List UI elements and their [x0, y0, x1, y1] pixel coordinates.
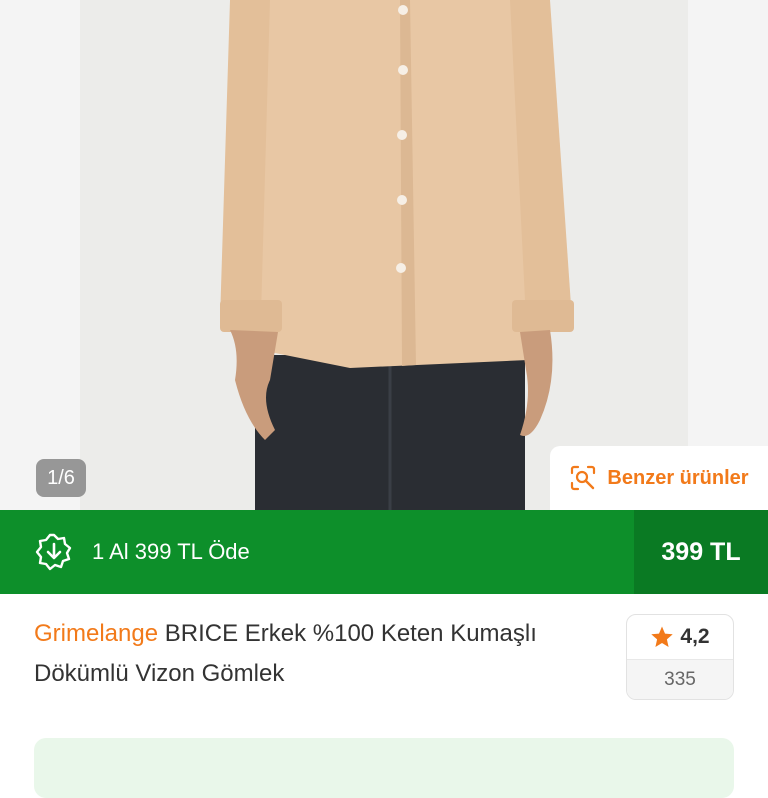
product-photo[interactable]: [80, 0, 688, 510]
image-counter: 1/6: [36, 459, 86, 497]
brand-name[interactable]: Grimelange: [34, 620, 158, 647]
similar-products-label: Benzer ürünler: [607, 466, 749, 489]
similar-products-button[interactable]: Benzer ürünler: [550, 446, 768, 510]
campaign-price: 399 TL: [634, 510, 768, 594]
info-card: [34, 738, 734, 798]
campaign-text: 1 Al 399 TL Öde: [92, 539, 250, 564]
rating-count: 335: [627, 659, 733, 699]
gallery-left-edge: [0, 0, 80, 510]
campaign-bar[interactable]: 1 Al 399 TL Öde 399 TL: [0, 510, 768, 594]
star-icon: [651, 626, 674, 647]
rating-summary[interactable]: 4,2 335: [626, 614, 734, 700]
product-title: Grimelange BRICE Erkek %100 Keten Kumaşl…: [34, 614, 574, 694]
download-badge-icon: [35, 533, 72, 571]
gallery-right-edge: [688, 0, 768, 510]
image-search-icon: [571, 465, 596, 491]
product-image-gallery[interactable]: 1/6 Benzer ürünler: [0, 0, 768, 510]
rating-score: 4,2: [680, 625, 710, 648]
